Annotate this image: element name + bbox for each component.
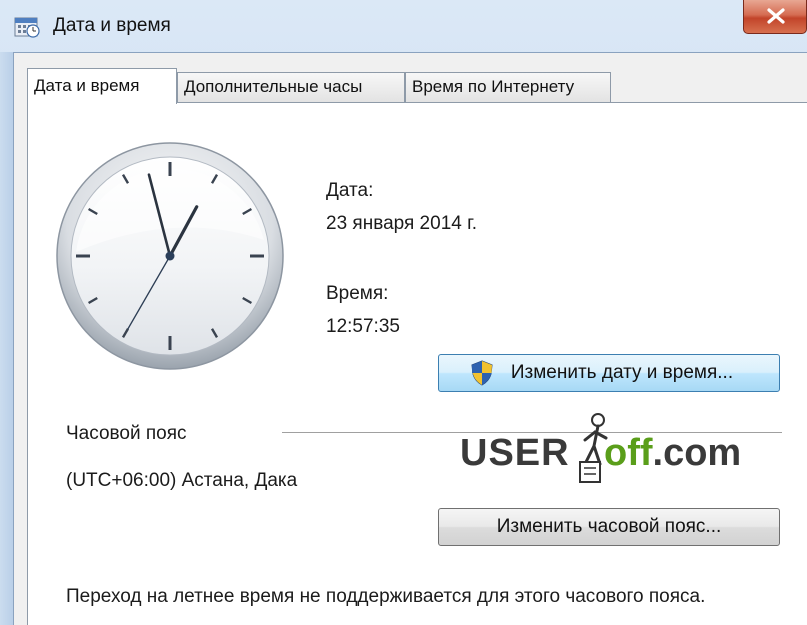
timezone-value: (UTC+06:00) Астана, Дака (66, 470, 298, 491)
window-border (0, 52, 13, 625)
tab-label: Дополнительные часы (184, 77, 363, 96)
analog-clock (56, 142, 284, 370)
time-value: 12:57:35 (326, 316, 400, 337)
date-label: Дата: (326, 180, 374, 201)
change-date-time-label: Изменить дату и время... (510, 362, 734, 383)
tab-label: Дата и время (34, 76, 140, 95)
date-time-dialog: Дата и время Дата и время Дополнительные… (0, 0, 807, 625)
dst-note: Переход на летнее время не поддерживаетс… (66, 586, 706, 607)
tab-internet-time[interactable]: Время по Интернету (405, 72, 611, 102)
close-icon (767, 8, 785, 24)
date-time-app-icon (14, 17, 40, 38)
watermark-text: USER (460, 432, 570, 474)
close-button[interactable] (743, 0, 807, 34)
tab-label: Время по Интернету (412, 77, 575, 96)
uac-shield-icon (471, 360, 493, 386)
change-timezone-label: Изменить часовой пояс... (496, 516, 722, 537)
window-title: Дата и время (53, 15, 171, 36)
change-timezone-button[interactable]: Изменить часовой пояс... (438, 508, 780, 546)
clock-center (165, 251, 175, 261)
timezone-section-label: Часовой пояс (66, 423, 187, 444)
tab-additional-clocks[interactable]: Дополнительные часы (177, 72, 405, 102)
date-value: 23 января 2014 г. (326, 213, 477, 234)
time-label: Время: (326, 283, 389, 304)
watermark-logo: USER off.com (458, 410, 770, 488)
tab-date-time[interactable]: Дата и время (27, 68, 177, 104)
title-bar: Дата и время (0, 0, 807, 52)
